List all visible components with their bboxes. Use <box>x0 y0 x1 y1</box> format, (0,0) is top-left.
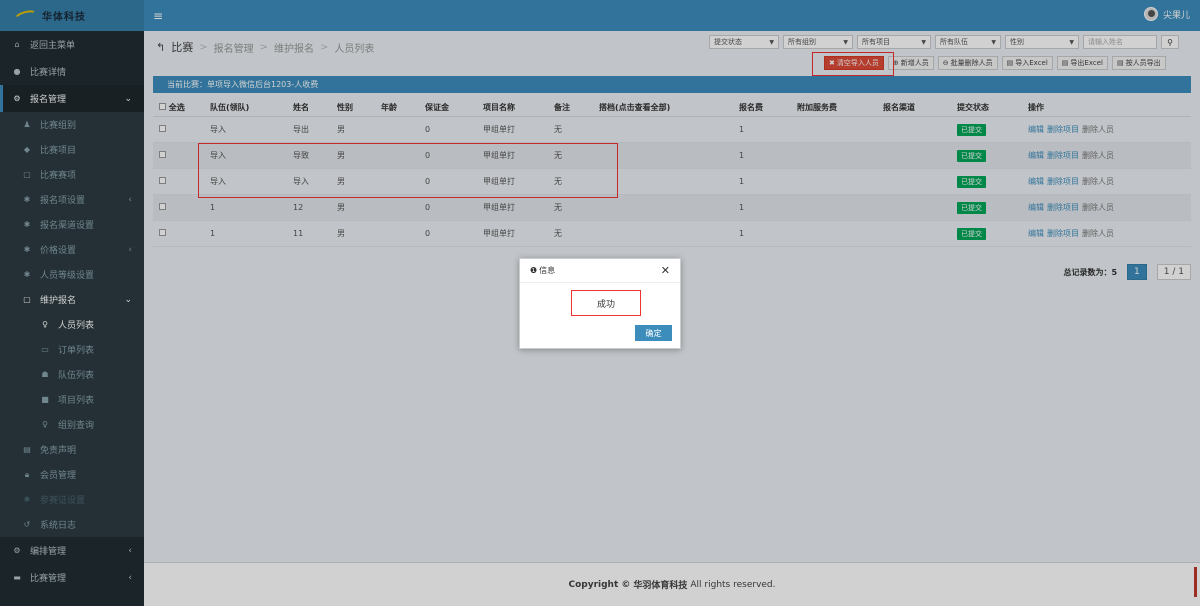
close-icon[interactable]: ✕ <box>661 264 670 277</box>
confirm-button[interactable]: 确定 <box>635 325 672 341</box>
dialog-message: 成功 <box>571 290 641 316</box>
dialog-title: 信息 <box>539 266 556 275</box>
info-dialog: ❶ 信息 ✕ 成功 确定 <box>519 258 681 349</box>
dialog-header: ❶ 信息 ✕ <box>520 259 680 283</box>
info-icon: ❶ <box>530 266 538 275</box>
